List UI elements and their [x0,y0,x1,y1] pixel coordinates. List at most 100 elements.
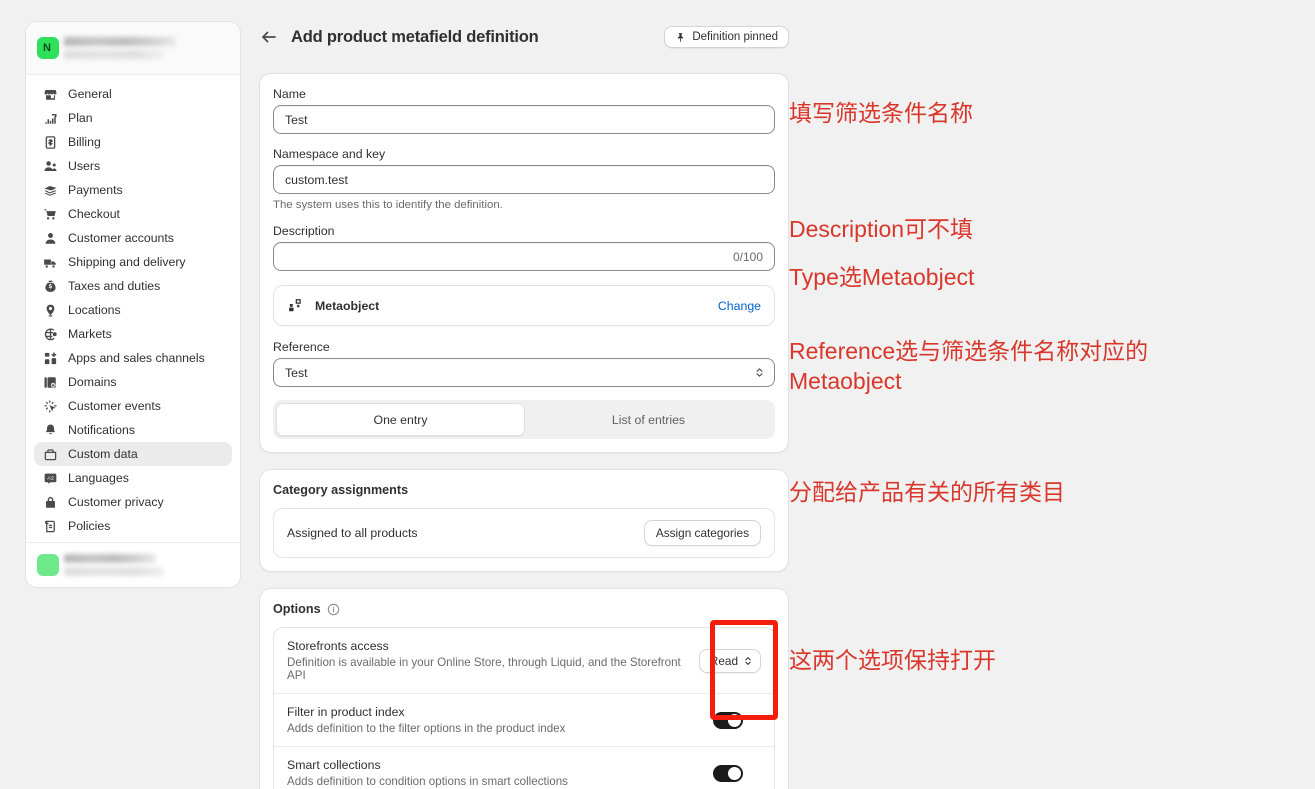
toggle-knob [728,766,741,780]
metaobject-icon [287,297,304,314]
sidebar-item-label: Taxes and duties [68,279,161,293]
sidebar-item-checkout[interactable]: Checkout [34,202,232,226]
sidebar-item-label: Billing [68,135,101,149]
assigned-text: Assigned to all products [287,526,418,540]
tab-list-of-entries[interactable]: List of entries [525,403,772,436]
namespace-input-value: custom.test [285,172,348,187]
sidebar-item-customer-events[interactable]: Customer events [34,394,232,418]
tab-list-of-entries-label: List of entries [611,412,686,427]
namespace-input[interactable]: custom.test [273,165,775,194]
description-counter: 0/100 [732,249,763,264]
name-input-value: Test [285,112,308,127]
metafield-type-name: Metaobject [315,298,380,313]
sidebar-item-label: Payments [68,183,123,197]
arrow-left-icon[interactable] [259,27,279,47]
category-assignments-card: Category assignments Assigned to all pro… [259,469,789,572]
app-window: N General Plan Billing Users Payments Ch… [0,0,1315,789]
apps-grid-icon [42,350,58,366]
redacted-line-1 [64,37,176,46]
sidebar-item-markets[interactable]: Markets [34,322,232,346]
option-subtitle: Adds definition to the filter options in… [287,722,566,735]
description-label: Description [273,224,335,238]
annotation-category: 分配给产品有关的所有类目 [789,479,1065,505]
annotation-reference: Reference选与筛选条件名称对应的 Metaobject [789,338,1149,394]
assign-categories-button[interactable]: Assign categories [643,520,761,546]
sidebar-item-label: Plan [68,111,93,125]
definition-pinned-label: Definition pinned [692,31,778,43]
sidebar-item-label: General [68,87,112,101]
toggle-highlight-box [710,620,778,720]
redacted-line-2 [64,567,164,576]
store-logo-icon: N [37,37,59,59]
reference-select[interactable]: Test [273,358,775,387]
option-title: Filter in product index [287,705,405,719]
description-input[interactable]: 0/100 [273,242,775,271]
sidebar-item-domains[interactable]: Domains [34,370,232,394]
svg-text:文: 文 [50,475,54,480]
sidebar-item-general[interactable]: General [34,82,232,106]
sidebar-item-policies[interactable]: Policies [34,514,232,538]
option-row-smart-collections: Smart collections Adds definition to con… [274,746,774,789]
option-title: Smart collections [287,758,381,772]
payments-card-icon [42,182,58,198]
definition-card: Name Test Namespace and key custom.test … [259,73,789,453]
sidebar-item-label: Notifications [68,423,135,437]
tab-one-entry[interactable]: One entry [276,403,525,436]
sidebar-item-notifications[interactable]: Notifications [34,418,232,442]
users-icon [42,158,58,174]
entry-type-segmented-control: One entry List of entries [273,400,775,439]
sidebar-item-plan[interactable]: Plan [34,106,232,130]
translate-icon: A文 [42,470,58,486]
sidebar-item-label: Customer events [68,399,161,413]
tax-bag-icon [42,278,58,294]
sidebar-item-label: Apps and sales channels [68,351,205,365]
category-assignments-title: Category assignments [273,483,409,497]
store-name-redacted [64,37,176,59]
sidebar-item-shipping-and-delivery[interactable]: Shipping and delivery [34,250,232,274]
info-circle-icon[interactable] [327,603,340,616]
tab-one-entry-label: One entry [373,412,428,427]
namespace-label: Namespace and key [273,147,386,161]
page-header: Add product metafield definition Definit… [259,21,789,53]
store-header[interactable]: N [26,22,240,75]
settings-sidebar: N General Plan Billing Users Payments Ch… [25,21,241,588]
reference-select-value: Test [285,365,308,380]
name-input[interactable]: Test [273,105,775,134]
sidebar-item-taxes-and-duties[interactable]: Taxes and duties [34,274,232,298]
sidebar-item-label: Shipping and delivery [68,255,186,269]
sidebar-item-label: Custom data [68,447,138,461]
sidebar-item-customer-accounts[interactable]: Customer accounts [34,226,232,250]
store-footer-logo-icon [37,554,59,576]
billing-receipt-icon [42,134,58,150]
sidebar-item-label: Locations [68,303,121,317]
sidebar-item-label: Checkout [68,207,120,221]
sidebar-item-billing[interactable]: Billing [34,130,232,154]
sidebar-item-apps-and-sales-channels[interactable]: Apps and sales channels [34,346,232,370]
store-logo-glyph: N [43,42,51,54]
option-title: Storefronts access [287,639,389,653]
sidebar-item-custom-data[interactable]: Custom data [34,442,232,466]
smart-collections-toggle[interactable] [713,764,743,782]
sidebar-item-label: Policies [68,519,111,533]
options-title: Options [273,602,321,616]
lock-icon [42,494,58,510]
sidebar-item-users[interactable]: Users [34,154,232,178]
definition-pinned-button[interactable]: Definition pinned [664,26,789,48]
sidebar-item-payments[interactable]: Payments [34,178,232,202]
redacted-line-1 [64,554,156,563]
sidebar-item-label: Customer accounts [68,231,174,245]
chevron-updown-icon [754,366,765,379]
policies-icon [42,518,58,534]
sidebar-item-locations[interactable]: Locations [34,298,232,322]
option-row-storefronts-access: Storefronts access Definition is availab… [274,628,774,693]
namespace-help-text: The system uses this to identify the def… [273,199,503,211]
sidebar-item-languages[interactable]: A文 Languages [34,466,232,490]
globe-currency-icon [42,326,58,342]
option-subtitle: Definition is available in your Online S… [287,656,681,682]
sidebar-item-customer-privacy[interactable]: Customer privacy [34,490,232,514]
store-footer[interactable] [26,542,240,587]
category-assignments-box: Assigned to all products Assign categori… [273,508,775,558]
store-icon [42,86,58,102]
sidebar-item-label: Domains [68,375,117,389]
change-type-link[interactable]: Change [718,299,761,313]
